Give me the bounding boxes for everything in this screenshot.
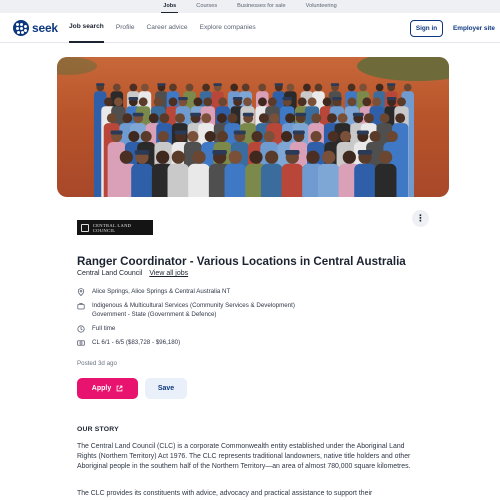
job-classification: Indigenous & Multicultural Services (Com… <box>77 302 295 319</box>
nav-profile[interactable]: Profile <box>116 13 135 43</box>
company-row: Central Land Council View all jobs <box>77 270 188 277</box>
nav-career-advice[interactable]: Career advice <box>147 13 188 43</box>
seek-logo[interactable]: seek <box>13 20 58 36</box>
more-options-icon[interactable]: ⋮ <box>412 210 429 227</box>
product-tab-jobs[interactable]: Jobs <box>161 1 179 13</box>
product-tab-volunteering[interactable]: Volunteering <box>304 0 339 13</box>
job-work-type: Full time <box>77 325 115 334</box>
company-logo[interactable]: CENTRAL LAND COUNCIL <box>77 220 153 235</box>
story-paragraph-2: The CLC provides its constituents with a… <box>77 490 373 497</box>
company-seal-icon <box>81 223 89 232</box>
group-photo-illustration <box>93 83 415 197</box>
employer-site-link[interactable]: Employer site <box>453 20 495 37</box>
external-link-icon <box>116 385 123 392</box>
work-type-text: Full time <box>92 325 116 332</box>
location-text: Alice Springs, Alice Springs & Central A… <box>92 288 231 295</box>
story-paragraph-1: The Central Land Council (CLC) is a corp… <box>77 443 411 470</box>
briefcase-icon <box>77 303 85 310</box>
sign-in-button[interactable]: Sign in <box>410 20 443 37</box>
money-icon <box>77 340 85 346</box>
job-title: Ranger Coordinator - Various Locations i… <box>77 255 406 268</box>
story-heading: OUR STORY <box>77 426 119 433</box>
clock-icon <box>77 325 85 333</box>
company-hero-image <box>57 57 449 197</box>
view-all-jobs-link[interactable]: View all jobs <box>149 270 188 277</box>
nav-explore-companies[interactable]: Explore companies <box>200 13 256 43</box>
posted-date: Posted 3d ago <box>77 360 117 367</box>
classification-text: Indigenous & Multicultural Services (Com… <box>92 302 295 309</box>
save-button[interactable]: Save <box>145 378 187 399</box>
product-tab-courses[interactable]: Courses <box>194 0 219 13</box>
apply-label: Apply <box>91 385 112 392</box>
company-logo-text: CENTRAL LAND COUNCIL <box>92 222 132 233</box>
seek-logo-icon <box>13 20 29 36</box>
nav-job-search[interactable]: Job search <box>69 13 104 43</box>
apply-button[interactable]: Apply <box>77 378 138 399</box>
location-pin-icon <box>77 288 85 296</box>
sub-classification-text: Government - State (Government & Defence… <box>92 310 217 318</box>
seek-logo-text: seek <box>32 21 58 35</box>
job-salary: CL 6/1 - 6/5 ($83,728 - $96,180) <box>77 339 180 348</box>
salary-text: CL 6/1 - 6/5 ($83,728 - $96,180) <box>92 339 181 346</box>
main-nav: seek Job search Profile Career advice Ex… <box>0 13 500 43</box>
job-location: Alice Springs, Alice Springs & Central A… <box>77 288 230 297</box>
company-name: Central Land Council <box>77 270 143 277</box>
product-tab-businesses[interactable]: Businesses for sale <box>235 0 288 13</box>
product-switcher: Jobs Courses Businesses for sale Volunte… <box>0 0 500 13</box>
nav-links: Job search Profile Career advice Explore… <box>69 13 256 43</box>
